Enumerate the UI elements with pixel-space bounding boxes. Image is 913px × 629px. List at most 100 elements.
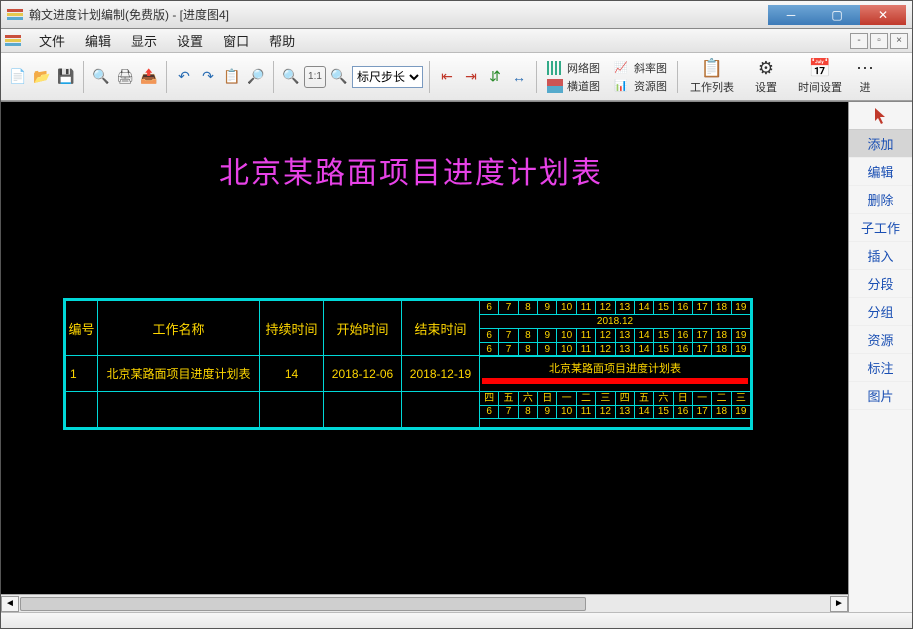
redo-icon[interactable]: ↷: [197, 66, 219, 88]
gantt-bar-row[interactable]: 北京某路面项目进度计划表: [480, 356, 750, 392]
cell-start-foot: [324, 392, 401, 427]
timeline-tick: 7: [499, 301, 518, 315]
timeline-tick: 16: [674, 301, 693, 315]
timeline-tick: 13: [616, 301, 635, 315]
slope-view-button[interactable]: 📈斜率图: [610, 60, 671, 76]
save-icon[interactable]: 💾: [55, 66, 77, 88]
timeline-tick: 五: [635, 392, 654, 406]
mdi-restore-button[interactable]: ▫: [870, 33, 888, 49]
ruler-step-select[interactable]: 标尺步长: [352, 66, 423, 88]
minimize-button[interactable]: ─: [768, 5, 814, 25]
timeline-tick: 11: [577, 343, 596, 357]
menu-file[interactable]: 文件: [29, 29, 75, 52]
timeline-tick: 8: [519, 301, 538, 315]
timeline-tick: 7: [499, 343, 518, 357]
resource-view-button[interactable]: 📊资源图: [610, 78, 671, 94]
timeline-footer: 四五六日一二三四五六日一二三 678910111213141516171819: [480, 392, 750, 427]
side-item-insert[interactable]: 插入: [849, 242, 912, 270]
scroll-right-button[interactable]: ►: [830, 596, 848, 612]
mdi-minimize-button[interactable]: -: [850, 33, 868, 49]
zoom-11-icon[interactable]: 1:1: [304, 66, 326, 88]
timeline-tick: 14: [635, 329, 654, 343]
canvas-wrap: 北京某路面项目进度计划表 编号 1 工作名称: [1, 102, 848, 612]
timeline-tick: 6: [480, 405, 499, 419]
mdi-close-button[interactable]: ×: [890, 33, 908, 49]
timeline-tick: 三: [596, 392, 615, 406]
shift-left-icon[interactable]: ⇤: [436, 66, 458, 88]
close-button[interactable]: ✕: [860, 5, 906, 25]
scroll-thumb[interactable]: [20, 597, 586, 611]
cell-idx[interactable]: 1: [66, 356, 97, 392]
cell-idx-foot: [66, 392, 97, 427]
worklist-button[interactable]: 📋工作列表: [684, 57, 740, 97]
cell-end[interactable]: 2018-12-19: [402, 356, 479, 392]
timeline-tick: 7: [499, 329, 518, 343]
side-item-delete[interactable]: 删除: [849, 186, 912, 214]
toolbar: 📄 📂 💾 🔍 🖨 📤 ↶ ↷ 📋 🔎 🔍 1:1 🔍 标尺步长 ⇤ ⇥ ⇵ ↔…: [1, 53, 912, 101]
timeline-tick: 四: [616, 392, 635, 406]
timeline-tick: 13: [616, 405, 635, 419]
timeline-tick: 19: [732, 405, 750, 419]
print-icon[interactable]: 🖨: [114, 66, 136, 88]
time-settings-button[interactable]: 📅时间设置: [792, 57, 848, 97]
canvas-scroll[interactable]: 北京某路面项目进度计划表 编号 1 工作名称: [1, 102, 848, 594]
side-item-group[interactable]: 分组: [849, 298, 912, 326]
side-panel: 添加 编辑 删除 子工作 插入 分段 分组 资源 标注 图片: [848, 102, 912, 612]
preview-icon[interactable]: 🔍: [90, 66, 112, 88]
timeline-tick: 14: [635, 343, 654, 357]
chart-title: 北京某路面项目进度计划表: [1, 148, 821, 192]
undo-icon[interactable]: ↶: [173, 66, 195, 88]
align-icon[interactable]: ⇵: [484, 66, 506, 88]
open-icon[interactable]: 📂: [31, 66, 53, 88]
menu-window[interactable]: 窗口: [213, 29, 259, 52]
cell-duration[interactable]: 14: [260, 356, 323, 392]
statusbar: [1, 612, 912, 628]
col-header-idx: 编号: [66, 301, 97, 356]
menu-help[interactable]: 帮助: [259, 29, 305, 52]
timeline-tick: 二: [712, 392, 731, 406]
cell-name[interactable]: 北京某路面项目进度计划表: [98, 356, 259, 392]
side-item-image[interactable]: 图片: [849, 382, 912, 410]
timeline-tick: 17: [693, 301, 712, 315]
zoom-out-icon[interactable]: 🔍: [280, 66, 302, 88]
find-icon[interactable]: 🔎: [245, 66, 267, 88]
menu-settings[interactable]: 设置: [167, 29, 213, 52]
zoom-in-icon[interactable]: 🔍: [328, 66, 350, 88]
cell-start[interactable]: 2018-12-06: [324, 356, 401, 392]
copy-icon[interactable]: 📋: [221, 66, 243, 88]
net-view-button[interactable]: 网络图: [543, 60, 604, 76]
timeline-tick: 12: [596, 343, 615, 357]
timeline-tick: 六: [654, 392, 673, 406]
menu-view[interactable]: 显示: [121, 29, 167, 52]
center-icon[interactable]: ↔: [508, 66, 530, 88]
doc-icon: [5, 35, 21, 47]
timeline-tick: 6: [480, 301, 499, 315]
timeline-tick: 15: [654, 329, 673, 343]
timeline-tick: 12: [596, 405, 615, 419]
horizontal-scrollbar[interactable]: ◄ ►: [1, 594, 848, 612]
gantt-bar[interactable]: [482, 378, 748, 384]
timeline-tick: 17: [693, 329, 712, 343]
maximize-button[interactable]: ▢: [814, 5, 860, 25]
side-item-annotate[interactable]: 标注: [849, 354, 912, 382]
cross-view-button[interactable]: 横道图: [543, 78, 604, 94]
timeline-tick: 9: [538, 329, 557, 343]
side-item-resource[interactable]: 资源: [849, 326, 912, 354]
timeline-tick: 7: [499, 405, 518, 419]
scroll-left-button[interactable]: ◄: [1, 596, 19, 612]
menu-edit[interactable]: 编辑: [75, 29, 121, 52]
timeline-tick: 8: [519, 405, 538, 419]
timeline-tick: 四: [480, 392, 499, 406]
settings-button[interactable]: ⚙设置: [742, 57, 790, 97]
export-icon[interactable]: 📤: [138, 66, 160, 88]
side-item-segment[interactable]: 分段: [849, 270, 912, 298]
timeline-tick: 14: [635, 301, 654, 315]
cursor-tool-icon[interactable]: [849, 102, 912, 130]
side-item-sub[interactable]: 子工作: [849, 214, 912, 242]
new-icon[interactable]: 📄: [7, 66, 29, 88]
timeline-tick: 三: [732, 392, 750, 406]
more-button[interactable]: ⋯进: [850, 57, 880, 97]
side-item-add[interactable]: 添加: [849, 130, 912, 158]
side-item-edit[interactable]: 编辑: [849, 158, 912, 186]
shift-right-icon[interactable]: ⇥: [460, 66, 482, 88]
